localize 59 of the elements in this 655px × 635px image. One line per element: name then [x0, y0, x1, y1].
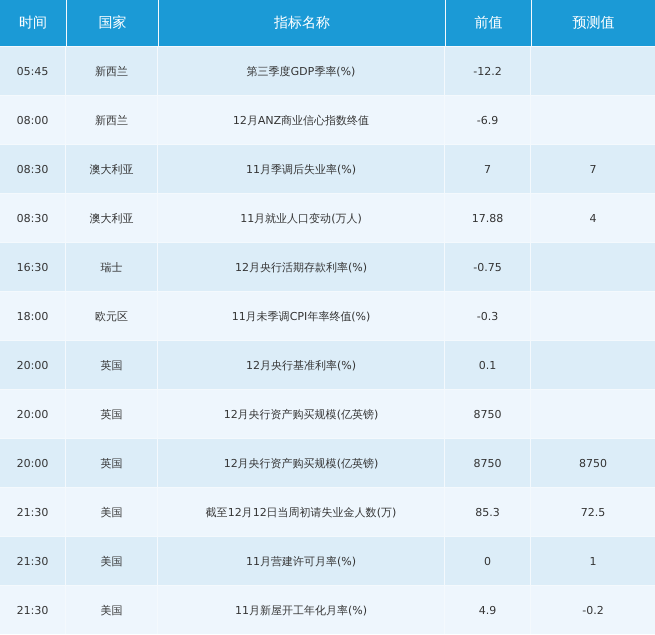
- column-header: 前值: [446, 0, 531, 46]
- table-cell: 美国: [100, 554, 122, 568]
- table-cell: -0.2: [582, 604, 604, 616]
- table-cell: 11月季调后失业率(%): [246, 162, 356, 176]
- table-cell: 11月就业人口变动(万人): [240, 210, 362, 226]
- column-header: 时间: [0, 0, 66, 46]
- table-cell: 12月央行资产购买规模(亿英镑): [224, 456, 378, 470]
- table-cell: 12月央行活期存款利率(%): [234, 260, 368, 274]
- table-cell: 美国: [100, 602, 122, 618]
- table-cell: 16:30: [16, 260, 48, 274]
- table-cell: 11月未季调CPI年率终值(%): [232, 308, 370, 324]
- table-cell: 英国: [100, 406, 122, 422]
- table-cell: 08:00: [16, 114, 48, 126]
- table-cell: 21:30: [16, 506, 48, 518]
- table-cell: 20:00: [16, 456, 48, 470]
- table-cell: 12月ANZ商业信心指数终值: [232, 112, 370, 128]
- table-cell: 08:30: [16, 162, 48, 176]
- table-cell: 12月央行基准利率(%): [246, 358, 356, 372]
- table-cell: 05:45: [16, 64, 48, 78]
- column-header: 预测值: [532, 0, 655, 46]
- table-cell: 21:30: [16, 604, 48, 616]
- table-cell: 1: [590, 554, 596, 568]
- table-cell: 7: [484, 162, 491, 176]
- table-cell: 21:30: [16, 554, 48, 568]
- table-cell: 截至12月12日当周初请失业金人数(万): [206, 504, 396, 520]
- table-cell: -0.3: [476, 310, 498, 322]
- table-cell: 澳大利亚: [90, 210, 134, 226]
- table-cell: 7: [590, 162, 596, 176]
- table-cell: 新西兰: [95, 64, 128, 78]
- table-cell: 85.3: [475, 506, 500, 518]
- column-header: 指标名称: [159, 0, 445, 46]
- table-cell: 8750: [474, 456, 502, 470]
- column-header: 国家: [67, 0, 158, 46]
- table-cell: 8750: [579, 456, 607, 470]
- table-cell: 第三季度GDP季率(%): [246, 64, 356, 78]
- table-cell: 72.5: [580, 506, 606, 518]
- table-cell: -0.75: [473, 260, 502, 274]
- table-cell: 英国: [100, 358, 122, 372]
- table-cell: 英国: [100, 456, 122, 470]
- table-cell: 新西兰: [95, 112, 128, 128]
- table-cell: 8750: [474, 408, 502, 420]
- table-cell: 0: [484, 554, 491, 568]
- table-cell: 美国: [100, 504, 122, 520]
- table-cell: 11月营建许可月率(%): [246, 554, 356, 568]
- table-cell: 12月央行资产购买规模(亿英镑): [224, 406, 378, 422]
- table-cell: 08:30: [16, 212, 48, 224]
- table-cell: 17.88: [472, 212, 504, 224]
- table-cell: 20:00: [16, 408, 48, 420]
- table-cell: 18:00: [16, 310, 48, 322]
- table-cell: 4.9: [478, 604, 496, 616]
- table-cell: -12.2: [473, 64, 502, 78]
- table-cell: 欧元区: [95, 308, 128, 324]
- table-cell: 20:00: [16, 358, 48, 372]
- table-cell: 瑞士: [100, 260, 122, 274]
- table-cell: 0.1: [478, 358, 496, 372]
- table-cell: 11月新屋开工年化月率(%): [234, 602, 368, 618]
- table-cell: -6.9: [476, 114, 498, 126]
- table-cell: 4: [590, 212, 596, 224]
- table-cell: 澳大利亚: [90, 162, 134, 176]
